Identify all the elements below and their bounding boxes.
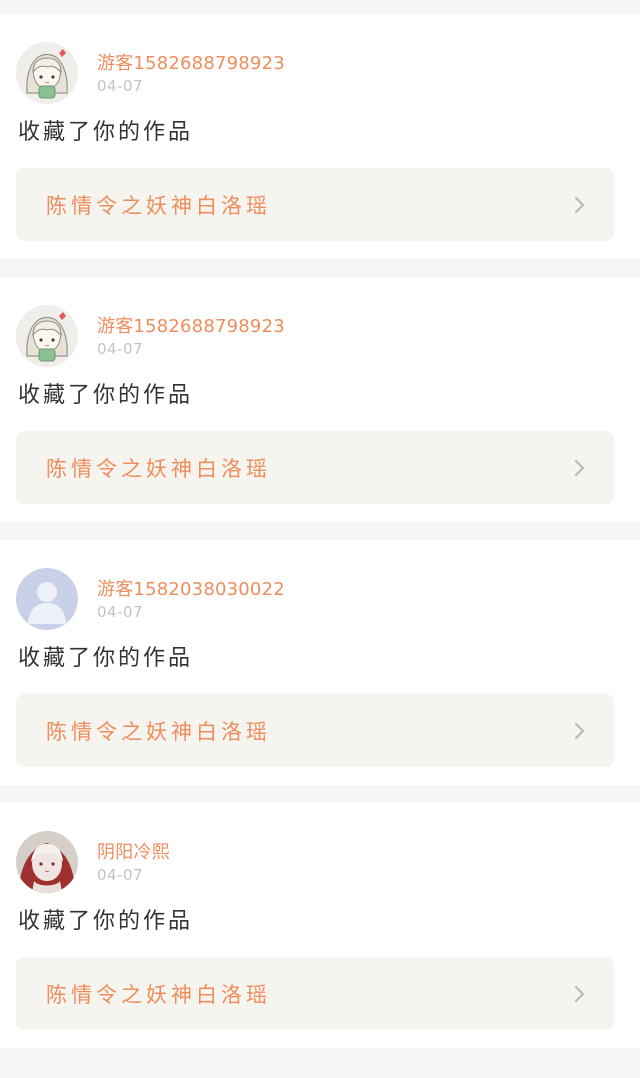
- notification-meta: 游客15826887989​23 04-07: [97, 42, 285, 104]
- username[interactable]: 阴阳冷熙: [97, 841, 170, 865]
- notification-feed: 游客15826887989​23 04-07 收藏了你的作品 陈情令之妖神白洛瑶: [0, 0, 640, 1078]
- notification-meta: 游客15820380300​22 04-07: [97, 568, 285, 630]
- notification-meta: 阴阳冷熙 04-07: [97, 831, 170, 893]
- work-link[interactable]: 陈情令之妖神白洛瑶: [16, 957, 614, 1030]
- username[interactable]: 游客15826887989​23: [97, 52, 285, 76]
- notification-action-text: 收藏了你的作品: [18, 909, 194, 934]
- notification-action-text: 收藏了你的作品: [18, 383, 194, 408]
- notification-date: 04-07: [97, 602, 144, 621]
- chevron-right-icon: [574, 985, 585, 1003]
- anime-girl-avatar-icon[interactable]: [16, 42, 78, 104]
- notification-card: 游客15826887989​23 04-07 收藏了你的作品 陈情令之妖神白洛瑶: [0, 277, 640, 522]
- notification-card: 阴阳冷熙 04-07 收藏了你的作品 陈情令之妖神白洛瑶: [0, 803, 640, 1048]
- notification-header: 游客15826887989​23 04-07: [16, 42, 285, 104]
- anime-girl-avatar-icon[interactable]: [16, 305, 78, 367]
- work-link[interactable]: 陈情令之妖神白洛瑶: [16, 694, 614, 767]
- work-title: 陈情令之妖神白洛瑶: [46, 719, 271, 744]
- username[interactable]: 游客15820380300​22: [97, 578, 285, 602]
- chevron-right-icon: [574, 459, 585, 477]
- work-title: 陈情令之妖神白洛瑶: [46, 982, 271, 1007]
- notification-card: 游客15820380300​22 04-07 收藏了你的作品 陈情令之妖神白洛瑶: [0, 540, 640, 785]
- work-link[interactable]: 陈情令之妖神白洛瑶: [16, 431, 614, 504]
- notification-date: 04-07: [97, 76, 144, 95]
- default-user-avatar-icon[interactable]: [16, 568, 78, 630]
- chevron-right-icon: [574, 722, 585, 740]
- notification-date: 04-07: [97, 339, 144, 358]
- notification-action-text: 收藏了你的作品: [18, 120, 194, 145]
- work-title: 陈情令之妖神白洛瑶: [46, 456, 271, 481]
- notification-header: 游客15820380300​22 04-07: [16, 568, 285, 630]
- notification-header: 阴阳冷熙 04-07: [16, 831, 170, 893]
- notification-action-text: 收藏了你的作品: [18, 646, 194, 671]
- notification-card: 游客15826887989​23 04-07 收藏了你的作品 陈情令之妖神白洛瑶: [0, 14, 640, 259]
- anime-character-avatar-icon[interactable]: [16, 831, 78, 893]
- notification-date: 04-07: [97, 865, 144, 884]
- notification-meta: 游客15826887989​23 04-07: [97, 305, 285, 367]
- work-link[interactable]: 陈情令之妖神白洛瑶: [16, 168, 614, 241]
- username[interactable]: 游客15826887989​23: [97, 315, 285, 339]
- work-title: 陈情令之妖神白洛瑶: [46, 193, 271, 218]
- notification-header: 游客15826887989​23 04-07: [16, 305, 285, 367]
- chevron-right-icon: [574, 196, 585, 214]
